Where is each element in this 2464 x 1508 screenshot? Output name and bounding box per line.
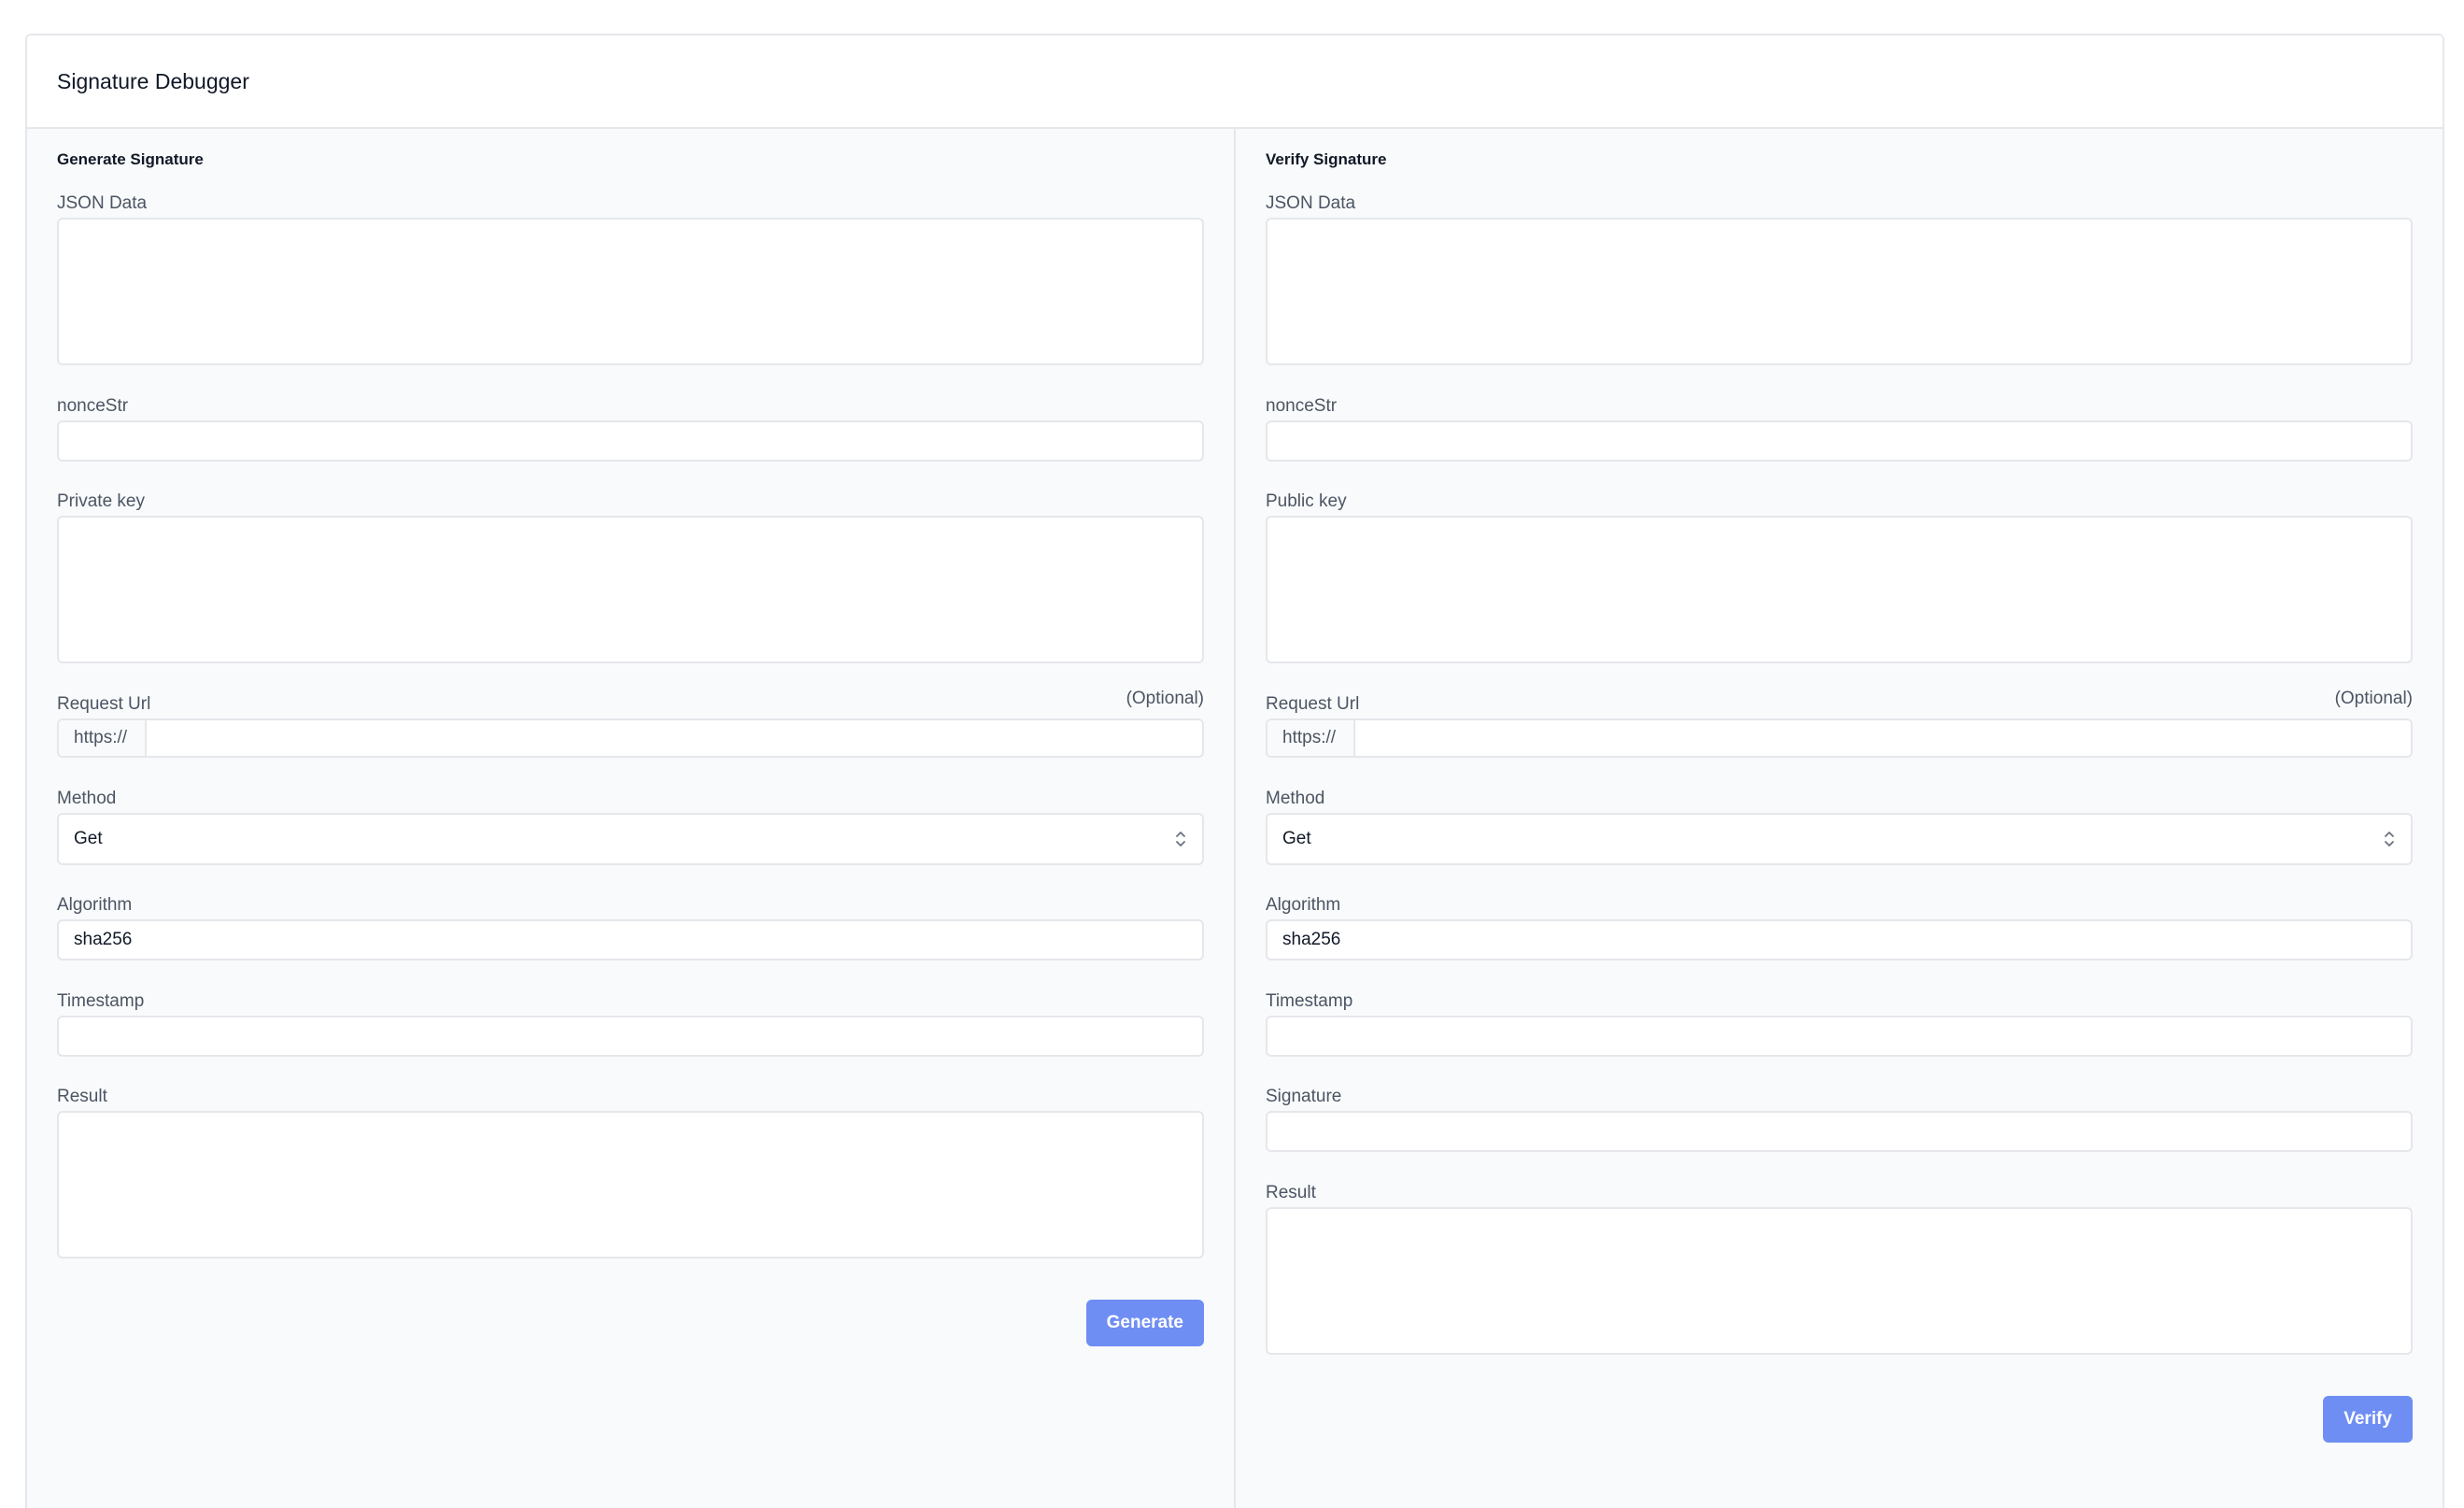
generate-url-prefix: https:// xyxy=(59,720,147,756)
verify-algorithm-label: Algorithm xyxy=(1266,895,1341,915)
chevron-up-down-icon xyxy=(1176,832,1185,846)
verify-url-prefix: https:// xyxy=(1267,720,1355,756)
verify-timestamp-field: Timestamp xyxy=(1266,991,2413,1057)
verify-request-url-optional: (Optional) xyxy=(2334,689,2413,708)
verify-algorithm-input[interactable] xyxy=(1266,919,2413,960)
verify-button[interactable]: Verify xyxy=(2323,1396,2413,1443)
generate-algorithm-input[interactable] xyxy=(57,919,1204,960)
verify-request-url-input[interactable] xyxy=(1355,720,2411,756)
generate-method-value: Get xyxy=(74,829,103,848)
verify-result-field: Result xyxy=(1266,1183,2413,1355)
verify-nonce-field: nonceStr xyxy=(1266,396,2413,462)
generate-algorithm-field: Algorithm xyxy=(57,895,1204,960)
verify-public-key-textarea[interactable] xyxy=(1266,516,2413,663)
panes: Generate Signature JSON Data nonceStr Pr… xyxy=(27,129,2443,1508)
generate-nonce-label: nonceStr xyxy=(57,396,129,416)
verify-json-label: JSON Data xyxy=(1266,193,1356,213)
generate-request-url-field: Request Url (Optional) https:// xyxy=(57,689,1204,758)
verify-method-label: Method xyxy=(1266,789,1325,808)
signature-debugger-card: Signature Debugger Generate Signature JS… xyxy=(25,34,2444,1508)
generate-timestamp-field: Timestamp xyxy=(57,991,1204,1057)
generate-request-url-input[interactable] xyxy=(147,720,1202,756)
verify-json-textarea[interactable] xyxy=(1266,218,2413,365)
generate-private-key-label: Private key xyxy=(57,491,145,511)
verify-signature-label: Signature xyxy=(1266,1087,1342,1106)
generate-json-label: JSON Data xyxy=(57,193,148,213)
verify-method-value: Get xyxy=(1282,829,1311,848)
generate-result-label: Result xyxy=(57,1087,107,1106)
generate-result-field: Result xyxy=(57,1087,1204,1259)
page-title: Signature Debugger xyxy=(57,68,249,93)
verify-signature-field: Signature xyxy=(1266,1087,2413,1152)
verify-signature-pane: Verify Signature JSON Data nonceStr Publ… xyxy=(1236,129,2443,1508)
verify-method-field: Method Get xyxy=(1266,789,2413,865)
verify-algorithm-field: Algorithm xyxy=(1266,895,2413,960)
verify-json-field: JSON Data xyxy=(1266,193,2413,365)
generate-signature-pane: Generate Signature JSON Data nonceStr Pr… xyxy=(27,129,1236,1508)
verify-request-url-label: Request Url xyxy=(1266,694,1360,714)
verify-timestamp-label: Timestamp xyxy=(1266,991,1353,1011)
generate-request-url-label: Request Url xyxy=(57,694,151,714)
chevron-up-down-icon xyxy=(2385,832,2394,846)
verify-request-url-field: Request Url (Optional) https:// xyxy=(1266,689,2413,758)
generate-button[interactable]: Generate xyxy=(1085,1300,1204,1346)
generate-timestamp-input[interactable] xyxy=(57,1016,1204,1057)
verify-button-row: Verify xyxy=(1266,1396,2413,1443)
generate-button-row: Generate xyxy=(57,1300,1204,1346)
generate-result-textarea[interactable] xyxy=(57,1111,1204,1259)
generate-private-key-textarea[interactable] xyxy=(57,516,1204,663)
verify-nonce-label: nonceStr xyxy=(1266,396,1338,416)
generate-timestamp-label: Timestamp xyxy=(57,991,145,1011)
generate-nonce-input[interactable] xyxy=(57,420,1204,462)
generate-method-label: Method xyxy=(57,789,117,808)
verify-signature-input[interactable] xyxy=(1266,1111,2413,1152)
verify-public-key-label: Public key xyxy=(1266,491,1347,511)
generate-request-url-label-row: Request Url (Optional) xyxy=(57,689,1204,715)
verify-pane-title: Verify Signature xyxy=(1266,150,1387,168)
verify-request-url-label-row: Request Url (Optional) xyxy=(1266,689,2413,715)
generate-method-field: Method Get xyxy=(57,789,1204,865)
generate-json-field: JSON Data xyxy=(57,193,1204,365)
generate-nonce-field: nonceStr xyxy=(57,396,1204,462)
verify-timestamp-input[interactable] xyxy=(1266,1016,2413,1057)
card-header: Signature Debugger xyxy=(27,36,2443,129)
generate-method-select[interactable]: Get xyxy=(57,813,1204,865)
verify-nonce-input[interactable] xyxy=(1266,420,2413,462)
verify-method-select[interactable]: Get xyxy=(1266,813,2413,865)
verify-public-key-field: Public key xyxy=(1266,491,2413,663)
generate-json-textarea[interactable] xyxy=(57,218,1204,365)
generate-request-url-group: https:// xyxy=(57,718,1204,758)
generate-private-key-field: Private key xyxy=(57,491,1204,663)
generate-pane-title: Generate Signature xyxy=(57,150,204,168)
verify-request-url-group: https:// xyxy=(1266,718,2413,758)
generate-algorithm-label: Algorithm xyxy=(57,895,133,915)
verify-result-label: Result xyxy=(1266,1183,1316,1202)
generate-request-url-optional: (Optional) xyxy=(1126,689,1204,708)
verify-result-textarea[interactable] xyxy=(1266,1207,2413,1355)
